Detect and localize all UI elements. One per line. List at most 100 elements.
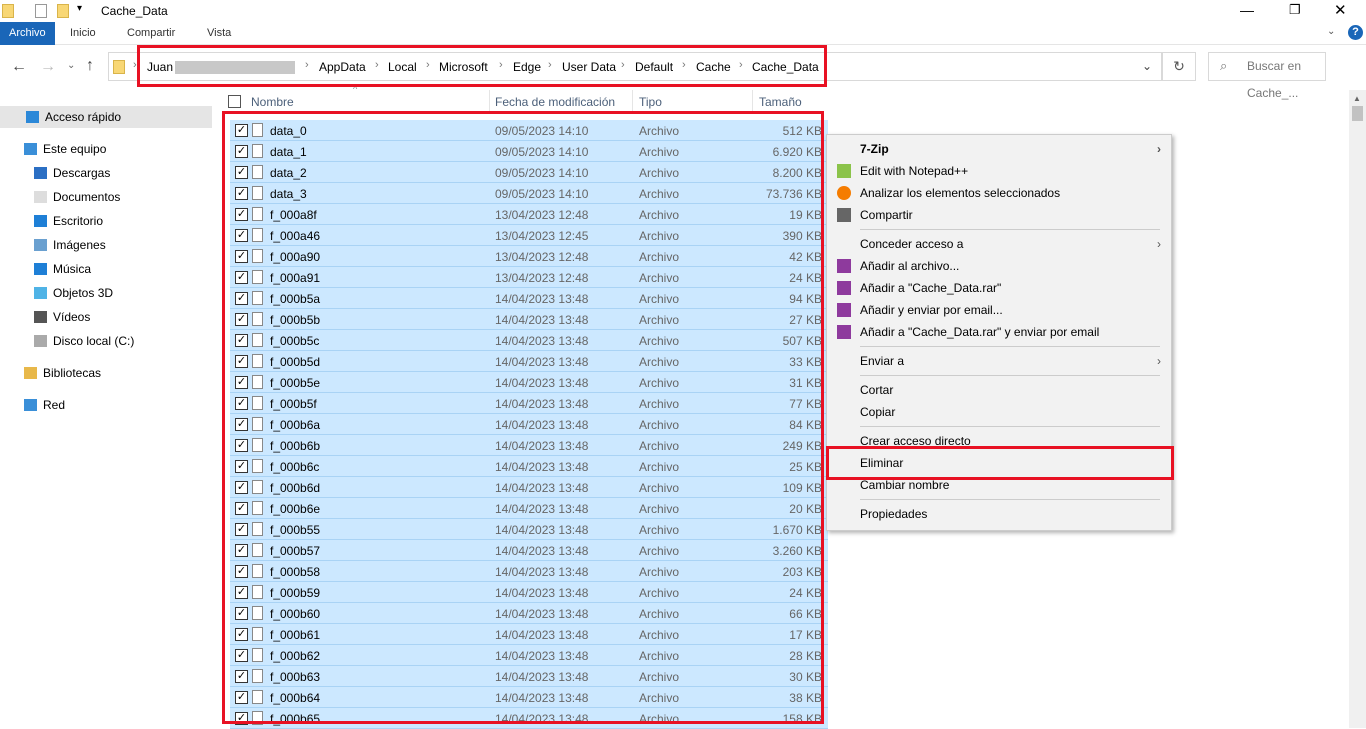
file-row[interactable]: ✓ data_3 09/05/2023 14:10 Archivo 73.736 KB [230,183,828,204]
menu-item[interactable]: Añadir a "Cache_Data.rar" y enviar por e… [827,321,1171,343]
row-checkbox[interactable]: ✓ [235,523,248,536]
file-row[interactable]: ✓ f_000b62 14/04/2023 13:48 Archivo 28 KB [230,645,828,666]
column-header-type[interactable]: Tipo [639,92,662,112]
row-checkbox[interactable]: ✓ [235,187,248,200]
tab-archivo[interactable]: Archivo [0,22,55,45]
sidebar-item[interactable]: Imágenes [0,234,212,256]
file-row[interactable]: ✓ f_000b5c 14/04/2023 13:48 Archivo 507 KB [230,330,828,351]
row-checkbox[interactable]: ✓ [235,334,248,347]
crumb-cache-data[interactable]: Cache_Data [752,60,819,74]
file-row[interactable]: ✓ f_000b5a 14/04/2023 13:48 Archivo 94 KB [230,288,828,309]
row-checkbox[interactable]: ✓ [235,376,248,389]
row-checkbox[interactable]: ✓ [235,481,248,494]
crumb-default[interactable]: Default [635,60,673,74]
crumb-cache[interactable]: Cache [696,60,731,74]
sidebar-item[interactable]: Este equipo [0,138,212,160]
sidebar-item[interactable]: Bibliotecas [0,362,212,384]
row-checkbox[interactable]: ✓ [235,586,248,599]
file-row[interactable]: ✓ f_000a8f 13/04/2023 12:48 Archivo 19 KB [230,204,828,225]
sidebar-item[interactable]: Documentos [0,186,212,208]
help-icon[interactable]: ? [1348,25,1363,40]
maximize-button[interactable]: ❐ [1289,2,1301,18]
row-checkbox[interactable]: ✓ [235,166,248,179]
up-button[interactable]: ↑ [86,57,94,75]
tab-compartir[interactable]: Compartir [127,22,175,45]
row-checkbox[interactable]: ✓ [235,607,248,620]
file-row[interactable]: ✓ f_000b57 14/04/2023 13:48 Archivo 3.260 KB [230,540,828,561]
row-checkbox[interactable]: ✓ [235,649,248,662]
menu-item[interactable]: Cambiar nombre [827,474,1171,496]
row-checkbox[interactable]: ✓ [235,418,248,431]
tab-vista[interactable]: Vista [207,22,231,45]
column-header-size[interactable]: Tamaño [759,92,802,112]
row-checkbox[interactable]: ✓ [235,250,248,263]
file-row[interactable]: ✓ f_000b6b 14/04/2023 13:48 Archivo 249 KB [230,435,828,456]
row-checkbox[interactable]: ✓ [235,271,248,284]
select-all-checkbox[interactable] [228,95,241,108]
row-checkbox[interactable]: ✓ [235,502,248,515]
file-row[interactable]: ✓ f_000b6d 14/04/2023 13:48 Archivo 109 KB [230,477,828,498]
file-row[interactable]: ✓ f_000b6e 14/04/2023 13:48 Archivo 20 KB [230,498,828,519]
menu-item[interactable]: Añadir y enviar por email... [827,299,1171,321]
row-checkbox[interactable]: ✓ [235,397,248,410]
row-checkbox[interactable]: ✓ [235,460,248,473]
quick-access-dropdown-icon[interactable]: ▾ [77,3,82,14]
file-row[interactable]: ✓ f_000b63 14/04/2023 13:48 Archivo 30 KB [230,666,828,687]
file-row[interactable]: ✓ f_000b65 14/04/2023 13:48 Archivo 158 KB [230,708,828,729]
file-row[interactable]: ✓ f_000b5e 14/04/2023 13:48 Archivo 31 KB [230,372,828,393]
properties-icon[interactable] [35,4,47,18]
crumb-user-data[interactable]: User Data [562,60,616,74]
row-checkbox[interactable]: ✓ [235,691,248,704]
row-checkbox[interactable]: ✓ [235,565,248,578]
menu-item[interactable]: Compartir [827,204,1171,226]
file-row[interactable]: ✓ data_0 09/05/2023 14:10 Archivo 512 KB [230,120,828,141]
file-row[interactable]: ✓ f_000a90 13/04/2023 12:48 Archivo 42 KB [230,246,828,267]
row-checkbox[interactable]: ✓ [235,712,248,725]
row-checkbox[interactable]: ✓ [235,355,248,368]
file-row[interactable]: ✓ data_2 09/05/2023 14:10 Archivo 8.200 KB [230,162,828,183]
menu-item[interactable]: Añadir al archivo... [827,255,1171,277]
menu-item[interactable]: Copiar [827,401,1171,423]
menu-item[interactable]: Cortar [827,379,1171,401]
minimize-button[interactable]: — [1240,2,1254,18]
row-checkbox[interactable]: ✓ [235,229,248,242]
crumb-user[interactable]: Juan [147,60,173,74]
row-checkbox[interactable]: ✓ [235,628,248,641]
sidebar-item[interactable]: Objetos 3D [0,282,212,304]
recent-locations-icon[interactable]: ⌄ [67,60,75,71]
row-checkbox[interactable]: ✓ [235,292,248,305]
address-dropdown-icon[interactable]: ⌄ [1142,59,1152,73]
file-row[interactable]: ✓ data_1 09/05/2023 14:10 Archivo 6.920 KB [230,141,828,162]
sidebar-item[interactable]: Acceso rápido [0,106,212,128]
expand-ribbon-icon[interactable]: ⌄ [1327,26,1335,37]
file-row[interactable]: ✓ f_000b5d 14/04/2023 13:48 Archivo 33 KB [230,351,828,372]
file-row[interactable]: ✓ f_000b5b 14/04/2023 13:48 Archivo 27 KB [230,309,828,330]
row-checkbox[interactable]: ✓ [235,124,248,137]
column-header-name[interactable]: Nombre [251,92,294,112]
file-row[interactable]: ✓ f_000a46 13/04/2023 12:45 Archivo 390 KB [230,225,828,246]
crumb-microsoft[interactable]: Microsoft [439,60,488,74]
menu-item[interactable]: Propiedades [827,503,1171,525]
back-button[interactable]: ← [11,58,27,76]
sidebar-item[interactable]: Vídeos [0,306,212,328]
file-row[interactable]: ✓ f_000b5f 14/04/2023 13:48 Archivo 77 KB [230,393,828,414]
menu-item[interactable]: Añadir a "Cache_Data.rar" [827,277,1171,299]
column-header-date[interactable]: Fecha de modificación [495,92,615,112]
sidebar-item[interactable]: Red [0,394,212,416]
row-checkbox[interactable]: ✓ [235,670,248,683]
crumb-edge[interactable]: Edge [513,60,541,74]
refresh-button[interactable]: ↻ [1162,52,1196,81]
vertical-scrollbar[interactable]: ▲ [1349,90,1366,728]
row-checkbox[interactable]: ✓ [235,544,248,557]
sidebar-item[interactable]: Música [0,258,212,280]
file-row[interactable]: ✓ f_000b60 14/04/2023 13:48 Archivo 66 KB [230,603,828,624]
file-row[interactable]: ✓ f_000b6a 14/04/2023 13:48 Archivo 84 KB [230,414,828,435]
new-folder-icon[interactable] [57,4,69,18]
row-checkbox[interactable]: ✓ [235,313,248,326]
close-button[interactable]: ✕ [1334,1,1347,19]
file-row[interactable]: ✓ f_000b6c 14/04/2023 13:48 Archivo 25 KB [230,456,828,477]
menu-item[interactable]: Enviar a › [827,350,1171,372]
tab-inicio[interactable]: Inicio [70,22,96,45]
crumb-appdata[interactable]: AppData [319,60,366,74]
scrollbar-thumb[interactable] [1352,106,1363,121]
